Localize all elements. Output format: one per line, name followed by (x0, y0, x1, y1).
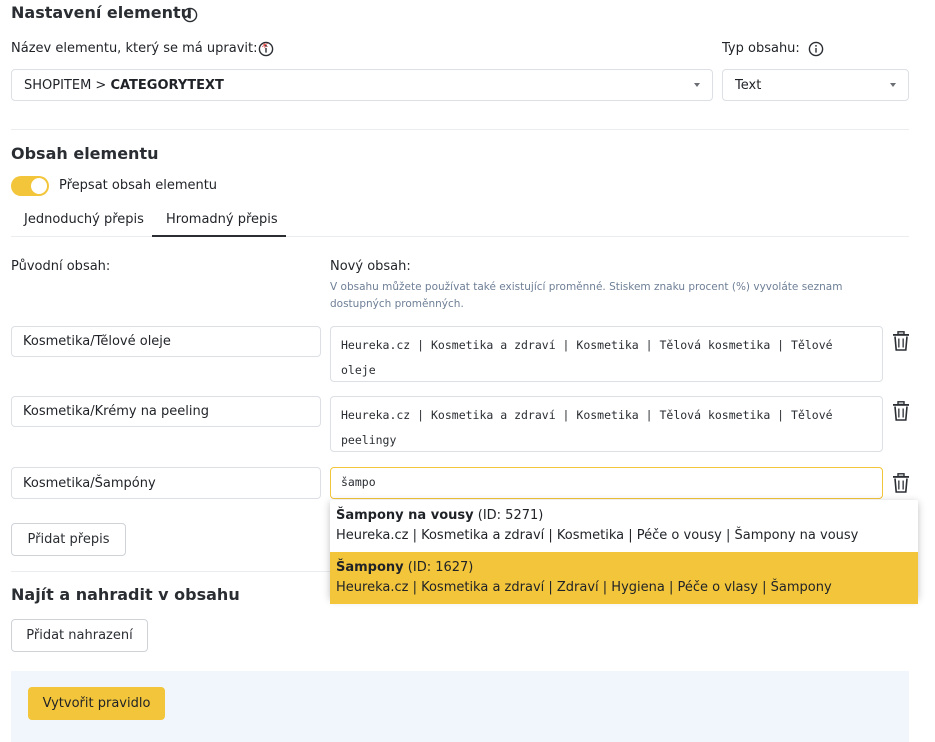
toggle-knob (31, 178, 47, 194)
suggestion-id: (ID: 5271) (477, 508, 544, 523)
create-rule-button[interactable]: Vytvořit pravidlo (28, 687, 165, 720)
original-content-input[interactable]: Kosmetika/Krémy na peeling (11, 396, 321, 427)
element-name-select[interactable]: SHOPITEM > CATEGORYTEXT (11, 69, 713, 101)
caret-down-icon (694, 83, 700, 87)
original-content-input[interactable]: Kosmetika/Šampóny (11, 467, 321, 499)
trash-icon[interactable] (892, 401, 910, 421)
info-icon[interactable] (808, 41, 824, 57)
info-icon[interactable] (258, 41, 274, 57)
find-replace-title: Najít a nahradit v obsahu (11, 585, 240, 604)
tab-simple-rewrite[interactable]: Jednoduchý přepis (24, 212, 144, 227)
tab-active-indicator (152, 235, 286, 237)
content-type-label: Typ obsahu: (722, 41, 800, 56)
section-divider (11, 129, 909, 130)
suggestion-dropdown: Šampony na vousy (ID: 5271) Heureka.cz |… (330, 500, 918, 604)
original-content-input[interactable]: Kosmetika/Tělové oleje (11, 326, 321, 357)
content-type-value: Text (735, 77, 762, 93)
suggestion-path: Heureka.cz | Kosmetika a zdraví | Kosmet… (336, 528, 859, 543)
suggestion-name: Šampony (336, 560, 404, 575)
add-replacement-button[interactable]: Přidat nahrazení (11, 619, 148, 652)
add-rewrite-button[interactable]: Přidat přepis (11, 523, 126, 556)
trash-icon[interactable] (892, 331, 910, 351)
caret-down-icon (890, 83, 896, 87)
trash-icon[interactable] (892, 473, 910, 493)
new-content-textarea[interactable]: šampo (330, 467, 883, 499)
suggestion-option[interactable]: Šampony na vousy (ID: 5271) Heureka.cz |… (330, 500, 918, 552)
info-icon[interactable] (182, 7, 198, 23)
tab-bulk-rewrite[interactable]: Hromadný přepis (166, 212, 278, 227)
suggestion-option-selected[interactable]: Šampony (ID: 1627) Heureka.cz | Kosmetik… (330, 552, 918, 604)
settings-title: Nastavení elementu (11, 3, 193, 22)
new-content-textarea[interactable]: Heureka.cz | Kosmetika a zdraví | Kosmet… (330, 396, 883, 452)
tabs-divider (11, 236, 909, 237)
new-content-label: Nový obsah: (330, 259, 411, 274)
element-name-label: Název elementu, který se má upravit: * (11, 41, 269, 56)
variables-hint: V obsahu můžete používat také existující… (330, 281, 843, 310)
content-type-select[interactable]: Text (722, 69, 909, 101)
overwrite-toggle[interactable] (11, 176, 49, 196)
new-content-textarea[interactable]: Heureka.cz | Kosmetika a zdraví | Kosmet… (330, 326, 883, 382)
suggestion-id: (ID: 1627) (407, 560, 474, 575)
element-name-value: SHOPITEM > CATEGORYTEXT (24, 77, 224, 93)
suggestion-path: Heureka.cz | Kosmetika a zdraví | Zdraví… (336, 580, 832, 595)
original-content-label: Původní obsah: (11, 259, 111, 274)
content-title: Obsah elementu (11, 144, 159, 163)
overwrite-toggle-label: Přepsat obsah elementu (59, 178, 218, 193)
suggestion-name: Šampony na vousy (336, 508, 474, 523)
